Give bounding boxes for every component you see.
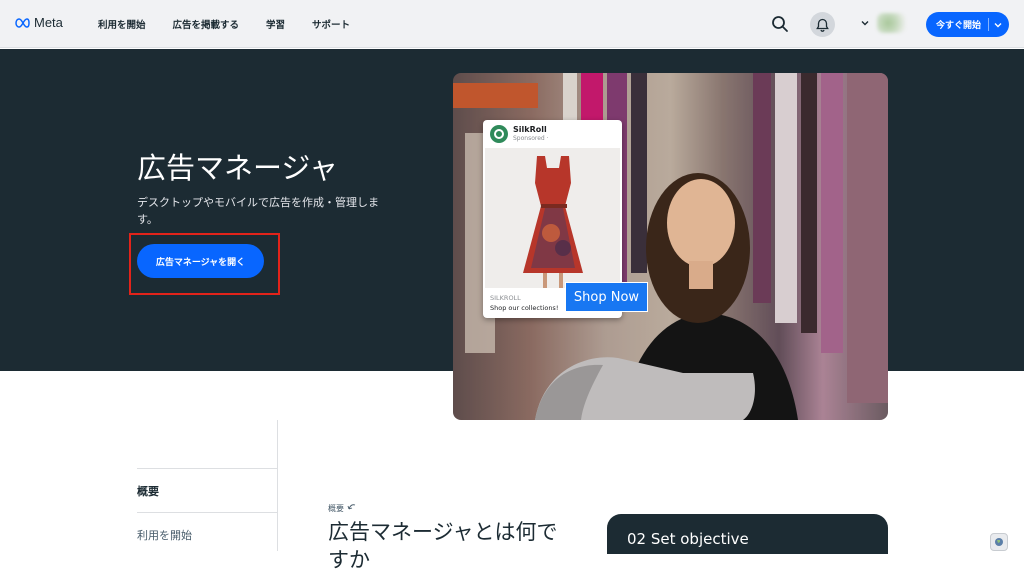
primary-nav: 利用を開始 広告を掲載する 学習 サポート bbox=[98, 17, 377, 31]
top-navigation: Meta 利用を開始 広告を掲載する 学習 サポート 今すぐ開始 bbox=[0, 0, 1024, 48]
highlight-box bbox=[129, 233, 280, 295]
account-avatar[interactable] bbox=[877, 13, 905, 33]
objective-card-title: 02 Set objective bbox=[627, 530, 749, 548]
arrow-icon bbox=[347, 504, 355, 510]
divider bbox=[137, 468, 278, 469]
dress-image bbox=[485, 148, 620, 288]
objective-card: 02 Set objective bbox=[607, 514, 888, 554]
ad-tagline: Shop our collections! bbox=[490, 304, 559, 312]
ad-product-image bbox=[485, 148, 620, 288]
nav-advertise[interactable]: 広告を掲載する bbox=[173, 17, 240, 31]
nav-learn[interactable]: 学習 bbox=[266, 17, 285, 31]
divider bbox=[137, 512, 278, 513]
globe-icon bbox=[995, 538, 1003, 546]
shop-now-button[interactable]: Shop Now bbox=[565, 282, 648, 312]
brand-name: Meta bbox=[34, 15, 63, 30]
nav-get-started[interactable]: 利用を開始 bbox=[98, 17, 146, 31]
side-nav-get-started[interactable]: 利用を開始 bbox=[137, 527, 192, 543]
side-navigation: 概要 利用を開始 bbox=[137, 420, 278, 551]
ad-sponsored-label: Sponsored · bbox=[513, 135, 549, 142]
side-nav-overview[interactable]: 概要 bbox=[137, 483, 159, 499]
chevron-down-icon[interactable] bbox=[859, 17, 871, 29]
overview-label: 概要 bbox=[328, 503, 356, 514]
meta-infinity-icon bbox=[15, 17, 30, 28]
language-globe-icon[interactable] bbox=[990, 533, 1008, 551]
notifications-button[interactable] bbox=[810, 12, 835, 37]
ad-page-name: SilkRoll bbox=[513, 125, 547, 134]
bell-icon bbox=[816, 18, 829, 32]
overview-title: 広告マネージャとは何ですか bbox=[328, 520, 558, 572]
ad-brand: SILKROLL bbox=[490, 294, 521, 302]
page-title: 広告マネージャ bbox=[137, 151, 338, 185]
button-divider bbox=[988, 18, 989, 31]
search-icon[interactable] bbox=[770, 14, 790, 34]
chevron-down-icon[interactable] bbox=[993, 20, 1003, 30]
overview-label-text: 概要 bbox=[328, 504, 344, 513]
nav-support[interactable]: サポート bbox=[312, 17, 350, 31]
silkroll-logo-icon bbox=[490, 125, 508, 143]
get-started-label: 今すぐ開始 bbox=[936, 21, 982, 31]
meta-logo[interactable]: Meta bbox=[14, 15, 63, 30]
get-started-button[interactable]: 今すぐ開始 bbox=[926, 12, 1009, 37]
hero-description: デスクトップやモバイルで広告を作成・管理します。 bbox=[137, 196, 379, 226]
